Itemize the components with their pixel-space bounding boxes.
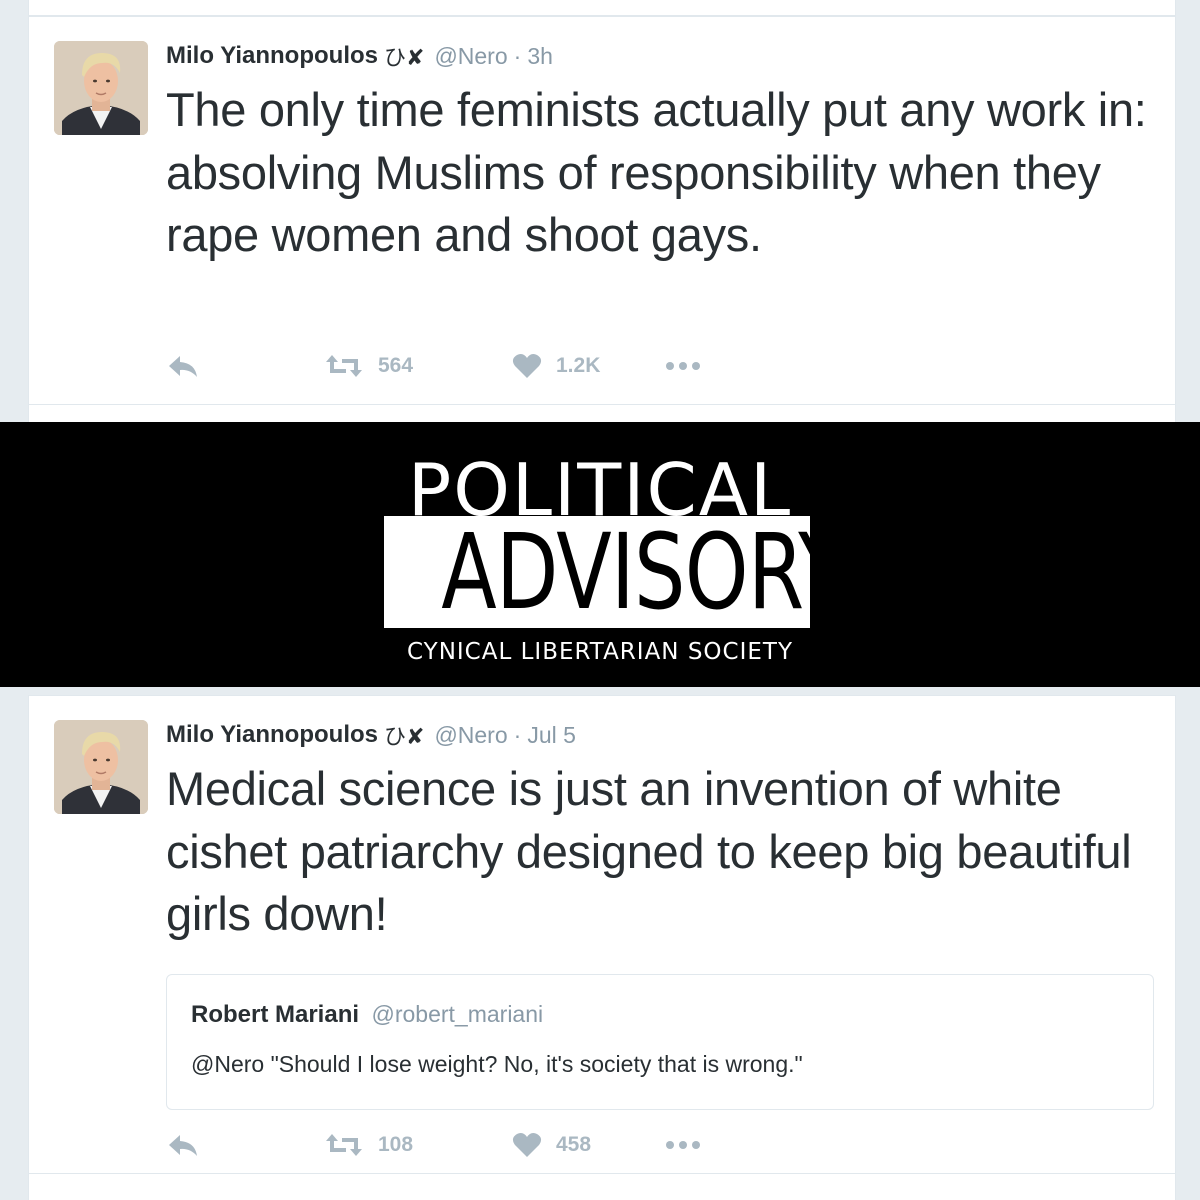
separator-dot: · xyxy=(513,42,522,69)
more-button[interactable] xyxy=(664,351,704,381)
quoted-tweet-header: Robert Mariani @robert_mariani xyxy=(191,1001,543,1029)
reply-icon xyxy=(169,356,197,377)
banner-advisory-text: ADVISORY xyxy=(441,516,810,628)
retweet-count: 564 xyxy=(378,354,414,377)
avatar-portrait xyxy=(54,720,148,814)
banner-subtitle: CYNICAL LIBERTARIAN SOCIETY xyxy=(406,639,793,665)
author-badges: ひ✘ xyxy=(384,724,425,749)
tweet-header: Milo Yiannopoulos ひ✘ @Nero · Jul 5 xyxy=(166,718,576,752)
banner-advisory-box: ADVISORY xyxy=(384,516,810,628)
more-button[interactable] xyxy=(664,1130,704,1160)
avatar[interactable] xyxy=(54,720,148,814)
retweet-icon xyxy=(326,1134,362,1156)
retweet-button[interactable]: 108 xyxy=(324,1130,413,1160)
quoted-author-handle: @robert_mariani xyxy=(371,1001,544,1027)
reply-button[interactable] xyxy=(166,1130,200,1160)
heart-icon xyxy=(512,354,542,378)
like-count: 1.2K xyxy=(556,354,601,377)
tweet-card[interactable]: Milo Yiannopoulos ひ✘ @Nero · 3h The only… xyxy=(28,16,1176,406)
author-handle[interactable]: @Nero xyxy=(434,43,507,70)
next-tweet-card-edge xyxy=(28,404,1176,422)
author-name[interactable]: Milo Yiannopoulos xyxy=(166,721,378,749)
reply-icon xyxy=(169,1135,197,1156)
tweet-timestamp[interactable]: Jul 5 xyxy=(527,722,576,749)
bottom-tweet-panel: Milo Yiannopoulos ひ✘ @Nero · Jul 5 Medic… xyxy=(0,687,1200,1200)
retweet-icon xyxy=(326,355,362,377)
avatar-portrait xyxy=(54,41,148,135)
more-icon xyxy=(666,362,700,370)
retweet-button[interactable]: 564 xyxy=(324,351,413,381)
tweet-timestamp[interactable]: 3h xyxy=(527,43,553,70)
heart-icon xyxy=(512,1133,542,1157)
like-button[interactable]: 458 xyxy=(512,1130,591,1160)
next-tweet-card-edge xyxy=(28,1173,1176,1200)
separator-dot: · xyxy=(513,721,522,748)
like-button[interactable]: 1.2K xyxy=(512,351,600,381)
tweet-text: The only time feminists actually put any… xyxy=(166,83,1147,261)
previous-tweet-card-edge xyxy=(28,0,1176,16)
more-icon xyxy=(666,1141,700,1149)
retweet-count: 108 xyxy=(378,1133,414,1156)
tweet-header: Milo Yiannopoulos ひ✘ @Nero · 3h xyxy=(166,39,553,73)
quoted-tweet[interactable]: Robert Mariani @robert_mariani @Nero "Sh… xyxy=(166,974,1154,1110)
author-badges: ひ✘ xyxy=(384,45,425,70)
tweet-text: Medical science is just an invention of … xyxy=(166,762,1132,940)
quoted-author-name: Robert Mariani xyxy=(191,1001,360,1028)
reply-button[interactable] xyxy=(166,351,200,381)
like-count: 458 xyxy=(556,1133,592,1156)
avatar[interactable] xyxy=(54,41,148,135)
political-advisory-banner: POLITICAL ADVISORY CYNICAL LIBERTARIAN S… xyxy=(0,422,1200,687)
quoted-tweet-text: @Nero "Should I lose weight? No, it's so… xyxy=(191,1051,803,1077)
tweet-card[interactable]: Milo Yiannopoulos ひ✘ @Nero · Jul 5 Medic… xyxy=(28,695,1176,1175)
author-name[interactable]: Milo Yiannopoulos xyxy=(166,42,378,70)
top-tweet-panel: Milo Yiannopoulos ひ✘ @Nero · 3h The only… xyxy=(0,0,1200,422)
author-handle[interactable]: @Nero xyxy=(434,722,507,749)
